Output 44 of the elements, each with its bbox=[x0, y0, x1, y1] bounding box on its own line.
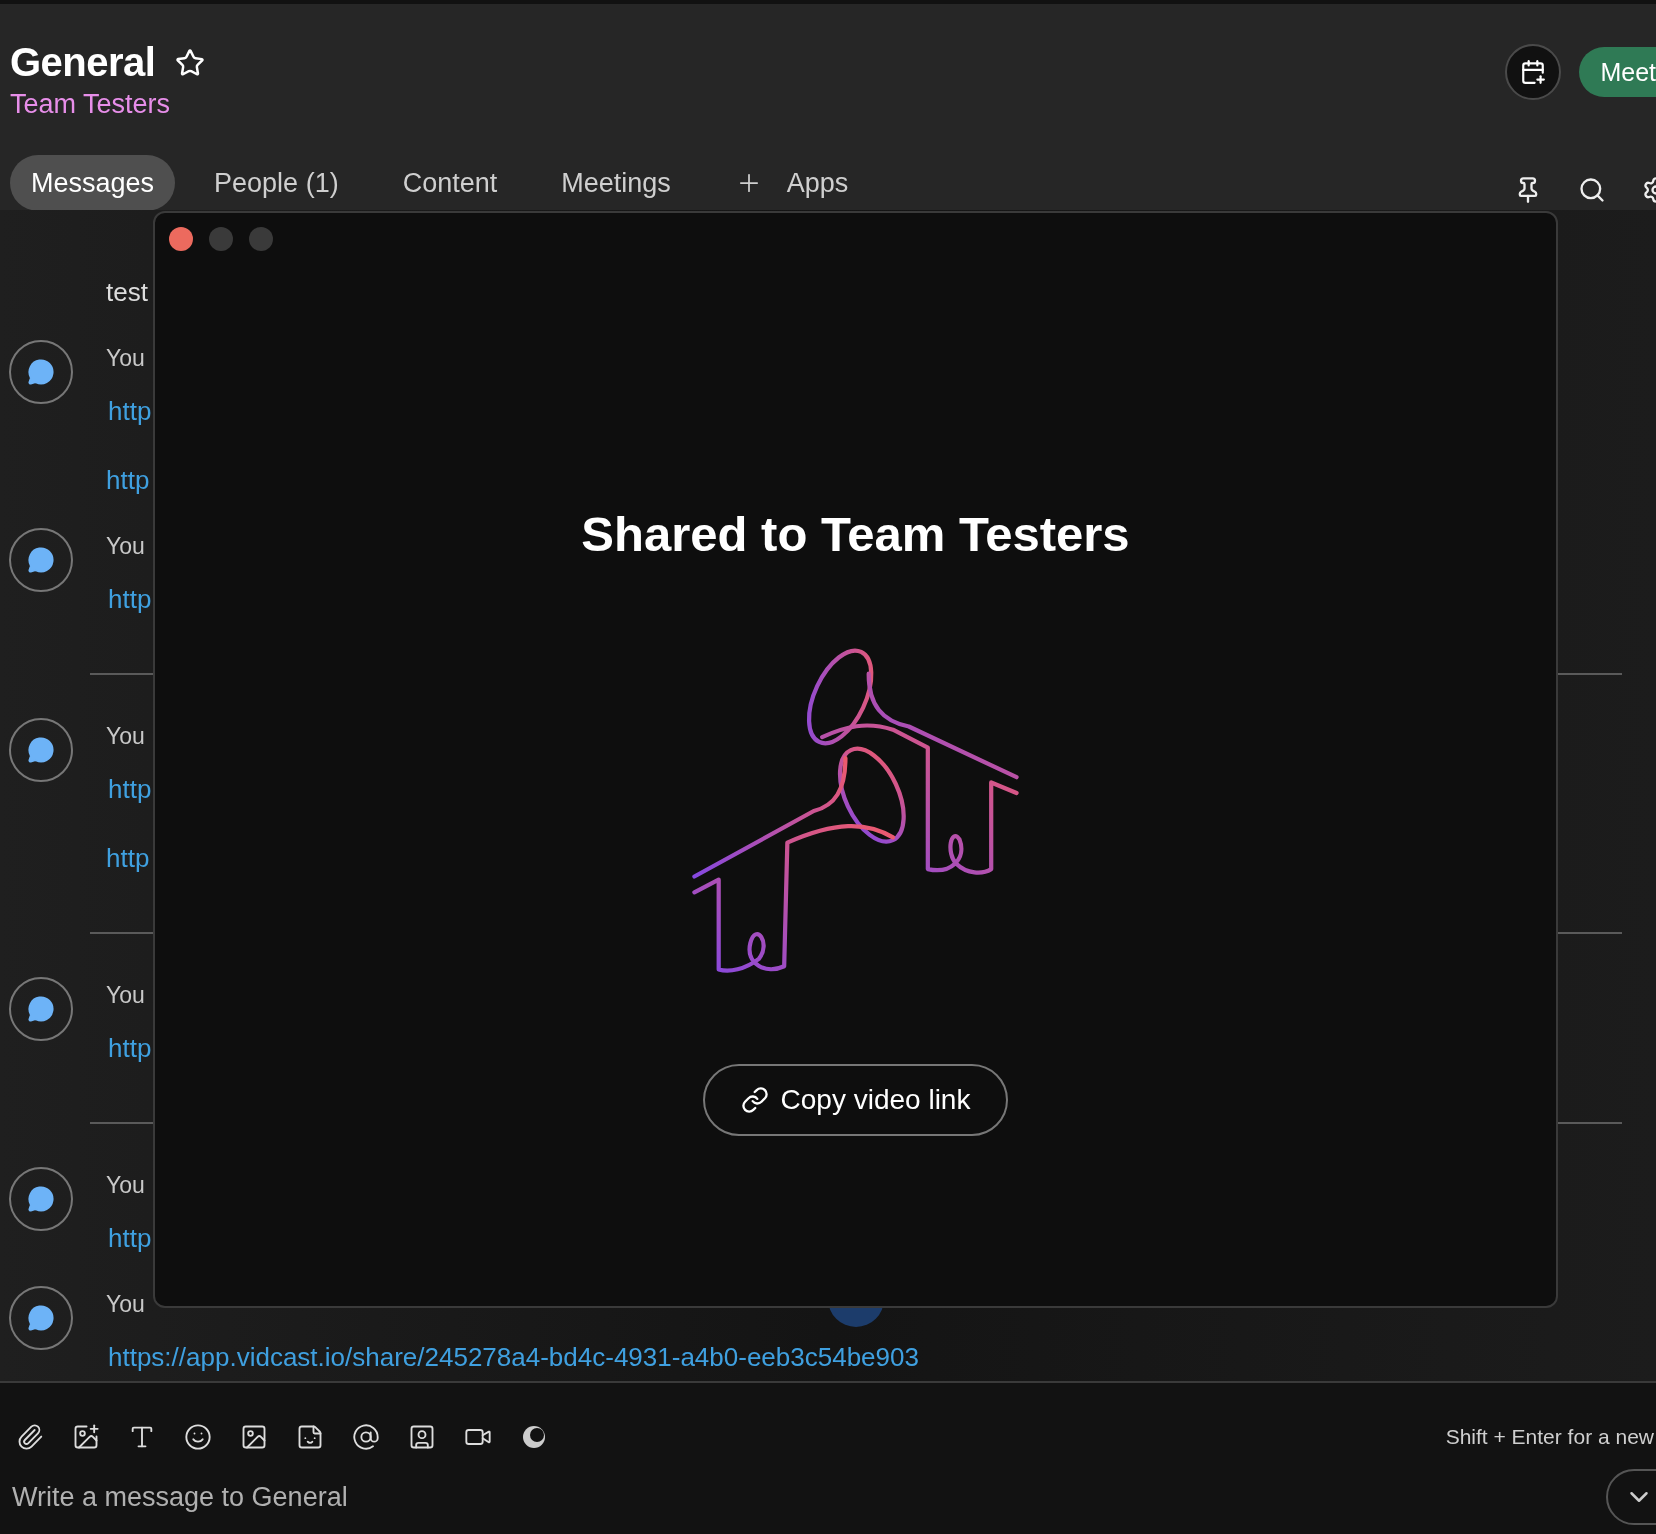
shortcut-hint: Shift + Enter for a new bbox=[1445, 1425, 1654, 1449]
close-button[interactable] bbox=[169, 227, 193, 251]
meet-button[interactable]: Meet bbox=[1579, 47, 1656, 97]
team-name: Team Testers bbox=[10, 89, 172, 120]
at-sign-icon[interactable] bbox=[352, 1423, 380, 1451]
copy-link-button[interactable]: Copy video link bbox=[702, 1064, 1009, 1136]
chat-bubble-icon bbox=[27, 1185, 55, 1213]
chat-bubble-icon bbox=[27, 995, 55, 1023]
message-link[interactable]: http bbox=[108, 576, 152, 622]
chat-bubble-icon bbox=[27, 736, 55, 764]
author-name: You bbox=[106, 344, 145, 373]
tab[interactable]: Apps bbox=[713, 155, 870, 211]
channel-title: General bbox=[10, 40, 156, 85]
paperclip-icon[interactable] bbox=[16, 1423, 44, 1451]
author-name: You bbox=[106, 722, 145, 751]
message-text: test bbox=[105, 277, 149, 307]
search-icon[interactable] bbox=[1578, 176, 1606, 204]
star-icon[interactable] bbox=[175, 47, 206, 78]
message-link[interactable]: http bbox=[108, 1215, 152, 1261]
tab[interactable]: Content bbox=[381, 155, 519, 211]
author-name: You bbox=[106, 1171, 145, 1200]
dialog-title: Shared to Team Testers bbox=[581, 506, 1130, 562]
message-link[interactable]: http bbox=[108, 1025, 152, 1071]
chat-bubble-icon bbox=[27, 1304, 55, 1332]
chat-bubble-icon bbox=[27, 358, 55, 386]
image-plus-icon[interactable] bbox=[72, 1423, 100, 1451]
chat-bubble-icon bbox=[27, 546, 55, 574]
sticker-icon[interactable] bbox=[296, 1423, 324, 1451]
message-link[interactable]: http bbox=[106, 835, 152, 881]
link-icon bbox=[740, 1086, 769, 1114]
message-link[interactable]: http bbox=[108, 388, 152, 434]
tab[interactable]: People (1) bbox=[193, 155, 360, 211]
message-link[interactable]: http bbox=[108, 766, 152, 812]
tab[interactable]: Meetings bbox=[540, 155, 692, 211]
tab[interactable]: Messages bbox=[10, 155, 176, 211]
calendar-plus-icon bbox=[1520, 59, 1547, 85]
author-name: You bbox=[106, 1290, 145, 1319]
smile-icon[interactable] bbox=[184, 1423, 212, 1451]
author-name: You bbox=[106, 532, 145, 561]
person-icon[interactable] bbox=[408, 1423, 436, 1451]
message-link[interactable]: http bbox=[106, 457, 152, 503]
message-link[interactable]: https://app.vidcast.io/share/245278a4-bd4c-4931-a4b0-eeb3c54be903 bbox=[108, 1334, 919, 1380]
message-input[interactable]: Write a message to General bbox=[0, 1481, 712, 1513]
author-name: You bbox=[106, 981, 145, 1010]
